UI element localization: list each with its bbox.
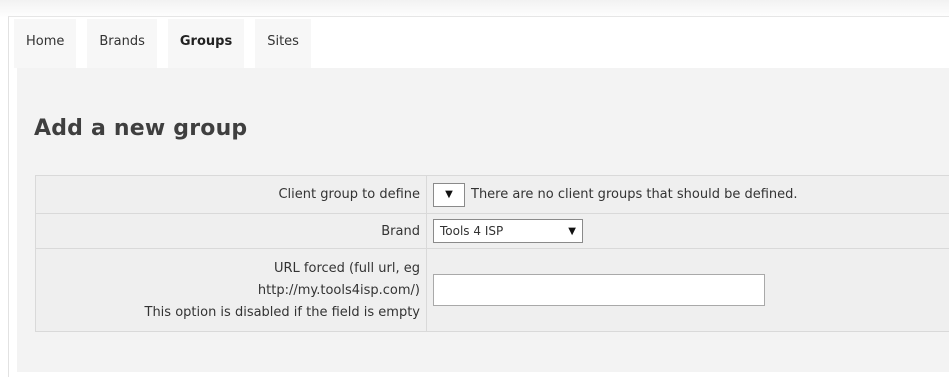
url-forced-cell [427, 249, 949, 332]
tab-groups[interactable]: Groups [168, 19, 244, 68]
group-form-table: Client group to define ▼ There are no cl… [35, 175, 949, 332]
client-group-cell: ▼ There are no client groups that should… [427, 176, 949, 214]
tab-home[interactable]: Home [14, 19, 76, 68]
url-forced-label-line: This option is disabled if the field is … [42, 302, 420, 324]
chevron-down-icon: ▼ [568, 226, 576, 237]
form-row-brand: Brand Tools 4 ISP ▼ [36, 214, 949, 249]
tab-brands[interactable]: Brands [87, 19, 157, 68]
client-group-label: Client group to define [36, 176, 427, 214]
url-forced-label-line: http://my.tools4isp.com/) [42, 280, 420, 302]
tab-sites[interactable]: Sites [255, 19, 311, 68]
brand-select[interactable]: Tools 4 ISP ▼ [433, 219, 583, 243]
url-forced-label-line: URL forced (full url, eg [42, 258, 420, 280]
chevron-down-icon: ▼ [445, 189, 453, 200]
brand-label: Brand [36, 214, 427, 249]
client-group-select[interactable]: ▼ [433, 183, 465, 207]
url-forced-input[interactable] [433, 274, 765, 306]
page-title: Add a new group [34, 116, 247, 141]
brand-select-value: Tools 4 ISP [440, 224, 503, 238]
url-forced-label: URL forced (full url, eg http://my.tools… [36, 249, 427, 332]
brand-cell: Tools 4 ISP ▼ [427, 214, 949, 249]
form-row-url-forced: URL forced (full url, eg http://my.tools… [36, 249, 949, 332]
client-group-message: There are no client groups that should b… [471, 187, 798, 202]
form-row-client-group: Client group to define ▼ There are no cl… [36, 176, 949, 214]
